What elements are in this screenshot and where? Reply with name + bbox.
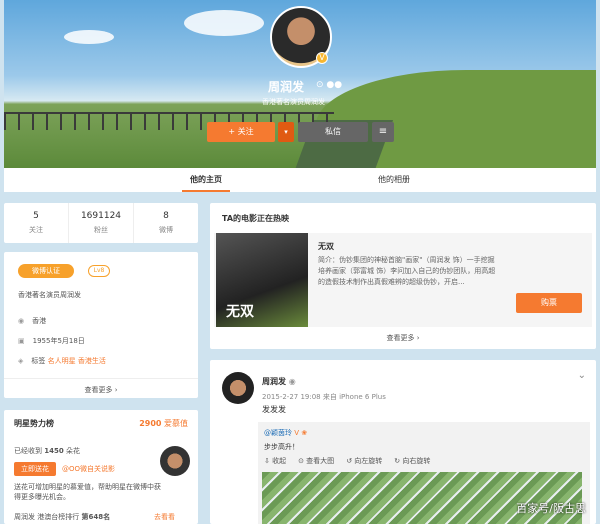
retweet-author-badge: V ❀ [294, 429, 308, 437]
power-card: 明星势力榜 2900 爱慕值 已经收到 1450 朵花 立即送花 @OO微自关说… [4, 410, 198, 524]
send-flower-button[interactable]: 立即送花 [14, 462, 56, 476]
rank-link[interactable]: 去看看 [154, 512, 175, 522]
view-large-button[interactable]: ⊙ 查看大图 [298, 456, 334, 466]
profile-name: 周润发 [268, 80, 305, 94]
tags-text[interactable]: 名人明星 香港生活 [48, 357, 106, 365]
tab-album[interactable]: 他的相册 [370, 168, 418, 192]
post-time: 2015-2-27 19:08 来自 iPhone 6 Plus [262, 393, 386, 401]
score-unit: 爱慕值 [164, 419, 188, 428]
stat-value: 5 [33, 211, 39, 221]
info-card: 微博认证 Lv8 香港著名演员周润发 ◉ 香港 ▣ 1955年5月18日 ◈ 标签 名… [4, 252, 198, 398]
retweet-image[interactable] [262, 472, 582, 524]
stat-value: 1691124 [80, 211, 122, 221]
birthday-row: ▣ 1955年5月18日 [18, 336, 85, 346]
rank-line: 周润发 港澳台榜排行 第648名 [14, 512, 110, 522]
verified-badge-icon: V [316, 52, 328, 64]
stat-label: 微博 [159, 226, 173, 234]
stats-card: 5 关注 1691124 粉丝 8 微博 [4, 203, 198, 243]
rotate-left-button[interactable]: ↺ 向左旋转 [346, 456, 382, 466]
stat-following[interactable]: 5 关注 [4, 203, 69, 243]
name-badges-icon: ⊙ ●● [316, 80, 343, 90]
tag-icon: ◈ [18, 357, 24, 365]
rank-value: 第648名 [81, 513, 111, 521]
received-unit: 朵花 [65, 447, 80, 455]
retweet-author-name: @颖茵玲 [264, 429, 292, 437]
buy-ticket-button[interactable]: 购票 [516, 293, 582, 313]
stat-label: 粉丝 [94, 226, 108, 234]
cloud-decoration [64, 30, 114, 44]
rank-prefix: 周润发 港澳台榜排行 [14, 513, 80, 521]
birthday-text: 1955年5月18日 [32, 337, 85, 345]
info-more-link[interactable]: 查看更多 › [4, 378, 198, 395]
retweet-text: 步步高升！ [264, 443, 299, 451]
post-author[interactable]: 周润发 ◉ [262, 376, 296, 387]
send-link[interactable]: @OO微自关说影 [62, 464, 115, 474]
power-title: 明星势力榜 [14, 419, 54, 428]
menu-icon[interactable]: ≡ [372, 122, 394, 142]
score-value: 2900 [139, 419, 162, 428]
movie-more-link[interactable]: 查看更多 › [210, 333, 596, 343]
post-text: 发发发 [262, 405, 286, 414]
retweet-author[interactable]: @颖茵玲 V ❀ [264, 428, 307, 438]
post-avatar[interactable] [222, 372, 254, 404]
follow-button[interactable]: + 关注 [207, 122, 275, 142]
verified-tag[interactable]: 微博认证 [18, 264, 74, 278]
rotate-right-button[interactable]: ↻ 向右旋转 [394, 456, 430, 466]
follow-dropdown-icon[interactable]: ▾ [278, 122, 294, 142]
tab-home[interactable]: 他的主页 [182, 168, 230, 192]
movie-box: 无双 无双 简介：伪钞集团的神秘首脑"画家"（周润发 饰）一手挖掘培养画家（郭富… [214, 233, 592, 327]
movie-section-title: TA的电影正在热映 [222, 214, 290, 223]
movie-poster[interactable]: 无双 [216, 233, 308, 327]
tags-row: ◈ 标签 名人明星 香港生活 [18, 356, 106, 366]
stat-label: 关注 [29, 226, 43, 234]
received-count: 1450 [44, 447, 64, 455]
tags-label: 标签 [31, 357, 46, 365]
chevron-down-icon[interactable]: ⌄ [578, 370, 586, 381]
power-avatar [160, 446, 190, 476]
retweet-actions: ⇩ 收起 ⊙ 查看大图 ↺ 向左旋转 ↻ 向右旋转 [264, 456, 430, 466]
received-line: 已经收到 1450 朵花 [14, 446, 80, 456]
cloud-decoration [184, 10, 264, 36]
bio-text: 香港著名演员周润发 [18, 291, 81, 299]
location-text: 香港 [32, 317, 47, 325]
stat-followers[interactable]: 1691124 粉丝 [69, 203, 134, 243]
location-icon: ◉ [18, 317, 25, 325]
level-badge[interactable]: Lv8 [88, 265, 110, 277]
power-score: 2900 爱慕值 [139, 418, 188, 429]
received-prefix: 已经收到 [14, 447, 42, 455]
power-desc: 送花可增加明星的慕爱值，帮助明星在微博中获得更多曝光机会。 [14, 483, 161, 501]
collapse-button[interactable]: ⇩ 收起 [264, 456, 286, 466]
profile-tabs: 他的主页 他的相册 [4, 168, 596, 192]
movie-desc: 简介：伪钞集团的神秘首脑"画家"（周润发 饰）一手挖掘培养画家（郭富城 饰）李问… [318, 256, 496, 286]
stat-posts[interactable]: 8 微博 [134, 203, 198, 243]
location-row: ◉ 香港 [18, 316, 46, 326]
watermark: 百家号/阪古思 [516, 502, 586, 515]
message-button[interactable]: 私信 [298, 122, 368, 142]
profile-description: 香港著名演员周润发 [262, 98, 325, 106]
post-author-badge: ◉ [288, 377, 296, 386]
poster-title: 无双 [226, 304, 254, 320]
birthday-icon: ▣ [18, 337, 25, 345]
stat-value: 8 [163, 211, 169, 221]
post-author-name: 周润发 [262, 377, 286, 386]
movie-name[interactable]: 无双 [318, 241, 334, 252]
movie-card: TA的电影正在热映 无双 无双 简介：伪钞集团的神秘首脑"画家"（周润发 饰）一… [210, 203, 596, 349]
